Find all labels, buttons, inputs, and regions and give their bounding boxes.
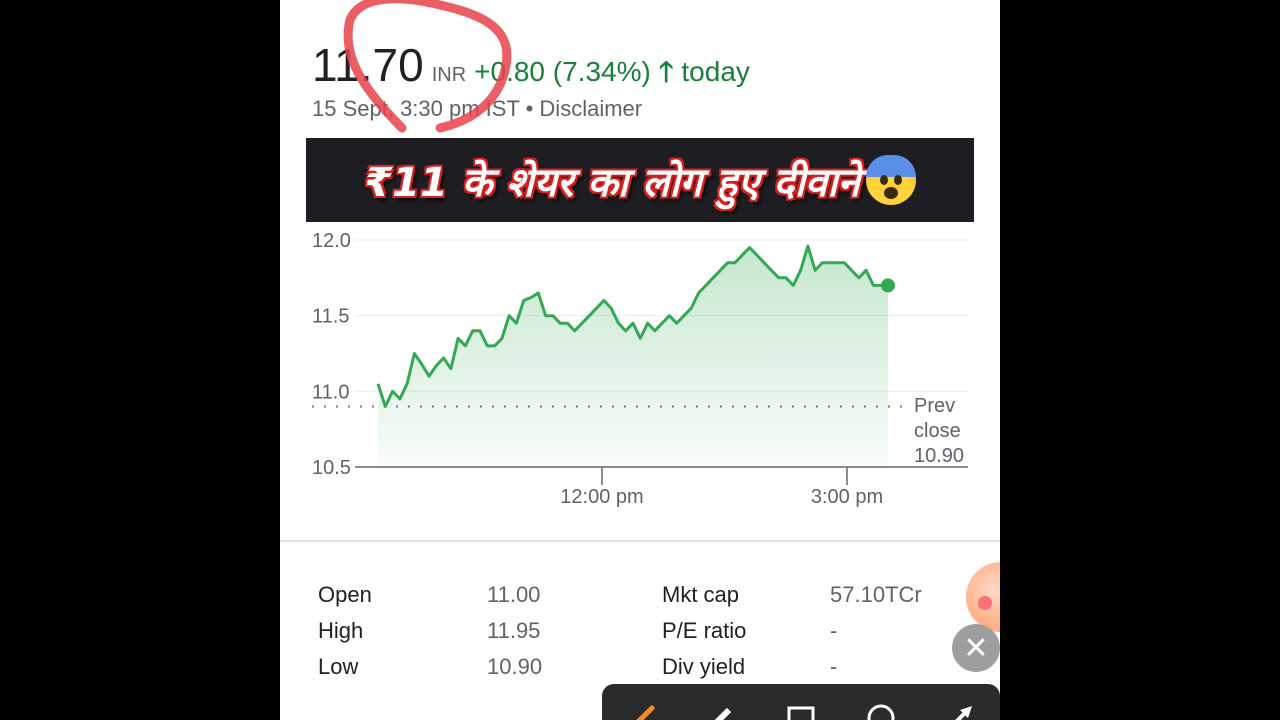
highlighter-icon[interactable] — [705, 700, 737, 720]
price-chart[interactable]: 12.0 11.5 11.0 10.5 12:00 pm 3:00 pm Prev close… — [280, 226, 1000, 516]
x-tick-label: 12:00 pm — [560, 486, 643, 508]
stat-value-high: 11.95 — [487, 618, 541, 643]
prev-close-label: 10.90 — [914, 445, 964, 467]
price-change: +0.80 (7.34%) — [474, 56, 651, 87]
headline-banner: ₹11 के शेयर का लोग हुए दीवाने — [306, 138, 974, 222]
stat-label-low: Low — [318, 654, 359, 679]
section-divider — [280, 540, 1000, 542]
y-tick-label: 11.5 — [312, 306, 349, 328]
arrow-up-icon: 🡑 — [658, 56, 674, 87]
today-label: today — [681, 56, 750, 87]
price-row: 11.70 INR +0.80 (7.34%) 🡑 today — [312, 38, 750, 99]
arrow-tool-icon[interactable] — [944, 700, 976, 720]
current-price: 11.70 — [312, 39, 424, 91]
date-line[interactable]: 15 Sept, 3:30 pm IST • Disclaimer — [312, 96, 642, 122]
stat-value-open: 11.00 — [487, 582, 541, 607]
prev-close-label: close — [914, 420, 961, 442]
banner-text: ₹11 के शेयर का लोग हुए दीवाने — [364, 159, 860, 206]
stat-value-pe-ratio: - — [830, 618, 838, 643]
y-tick-label: 12.0 — [312, 230, 351, 252]
pen-icon[interactable] — [626, 700, 658, 720]
currency-label: INR — [431, 64, 467, 86]
stat-value-div-yield: - — [830, 654, 838, 679]
rectangle-icon[interactable] — [785, 700, 817, 720]
floating-assistant-bubble[interactable] — [966, 562, 1000, 632]
y-tick-label: 11.0 — [312, 381, 349, 403]
prev-close-label: Prev — [914, 395, 955, 417]
y-tick-label: 10.5 — [312, 457, 351, 479]
circle-icon[interactable] — [865, 700, 897, 720]
stat-label-open: Open — [318, 582, 372, 607]
anxious-face-icon — [865, 155, 916, 205]
x-tick-label: 3:00 pm — [811, 486, 883, 508]
stat-label-high: High — [318, 618, 364, 643]
annotation-toolbar — [602, 684, 1000, 720]
stat-label-div-yield: Div yield — [662, 654, 746, 679]
stat-value-low: 10.90 — [487, 654, 543, 679]
stat-label-mkt-cap: Mkt cap — [662, 582, 740, 607]
stock-panel: 11.70 INR +0.80 (7.34%) 🡑 today 15 Sept,… — [280, 0, 1000, 720]
close-icon[interactable]: ✕ — [952, 624, 1000, 672]
stat-label-pe-ratio: P/E ratio — [662, 618, 747, 643]
last-price-marker — [881, 278, 895, 293]
stat-value-mkt-cap: 57.10TCr — [830, 582, 922, 607]
